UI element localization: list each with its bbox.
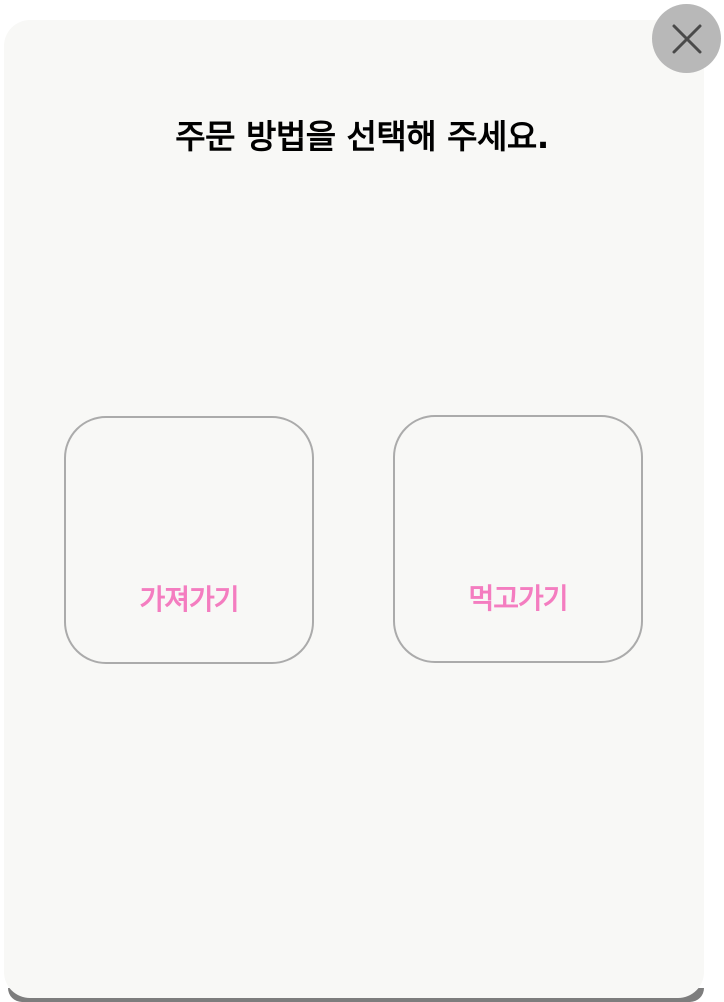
order-method-modal: 주문 방법을 선택해 주세요. 가져가기 먹고가기 xyxy=(4,20,704,998)
dine-in-option-label: 먹고가기 xyxy=(468,582,568,615)
screen: 주문 방법을 선택해 주세요. 가져가기 먹고가기 xyxy=(0,0,724,1002)
takeout-option-label: 가져가기 xyxy=(139,583,239,616)
takeout-option-button[interactable]: 가져가기 xyxy=(64,416,314,664)
close-button[interactable] xyxy=(652,4,721,73)
close-icon xyxy=(671,23,703,55)
modal-title: 주문 방법을 선택해 주세요. xyxy=(175,117,549,156)
dine-in-option-button[interactable]: 먹고가기 xyxy=(393,415,643,663)
